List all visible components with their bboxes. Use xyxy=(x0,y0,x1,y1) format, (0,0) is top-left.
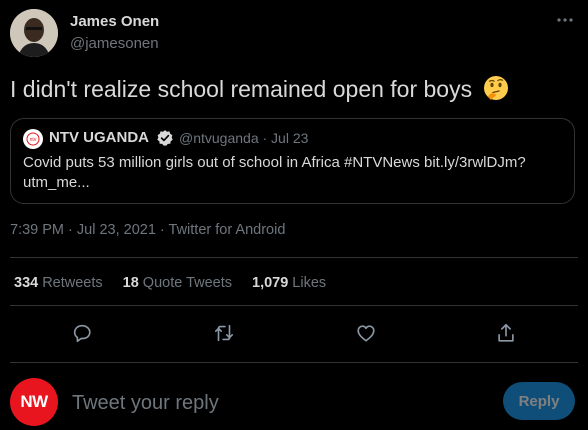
tweet-timestamp[interactable]: 7:39 PM · Jul 23, 2021 xyxy=(10,222,156,238)
author-name[interactable]: James Onen xyxy=(70,13,159,30)
retweet-icon[interactable] xyxy=(209,318,239,348)
tweet-actions xyxy=(0,318,588,348)
divider xyxy=(10,362,578,363)
quoted-tweet-text: Covid puts 53 million girls out of schoo… xyxy=(23,154,526,191)
quoted-tweet-card[interactable]: ntv NTV UGANDA @ntvuganda · Jul 23 Covid… xyxy=(10,118,575,204)
meta-separator: · xyxy=(155,222,169,238)
likes-count: 1,079 xyxy=(252,275,289,291)
quoted-author-name: NTV UGANDA xyxy=(49,129,149,146)
share-icon[interactable] xyxy=(491,318,521,348)
divider xyxy=(10,305,578,306)
tweet-stats: 334 Retweets 18 Quote Tweets 1,079 Likes xyxy=(14,275,326,291)
tweet-source[interactable]: Twitter for Android xyxy=(169,222,286,238)
tweet-text: I didn't realize school remained open fo… xyxy=(10,74,570,104)
retweets-stat[interactable]: 334 Retweets xyxy=(14,275,103,291)
quoted-handle-date: @ntvuganda · Jul 23 xyxy=(179,130,309,146)
tweet-detail: James Onen @jamesonen I didn't realize s… xyxy=(0,0,588,430)
thinking-face-icon xyxy=(483,75,509,101)
likes-stat[interactable]: 1,079 Likes xyxy=(252,275,326,291)
svg-text:ntv: ntv xyxy=(30,137,37,143)
quoted-avatar: ntv xyxy=(23,129,43,149)
verified-badge-icon xyxy=(156,129,174,147)
retweets-label: Retweets xyxy=(42,275,103,291)
reply-button[interactable]: Reply xyxy=(503,382,575,420)
tweet-text-content: I didn't realize school remained open fo… xyxy=(10,76,473,102)
like-icon[interactable] xyxy=(351,318,381,348)
quote-tweets-count: 18 xyxy=(122,275,139,291)
more-options-icon[interactable] xyxy=(554,10,576,30)
quote-tweets-label: Quote Tweets xyxy=(142,275,232,291)
reply-user-avatar[interactable]: NW xyxy=(10,378,58,426)
likes-label: Likes xyxy=(292,275,327,291)
reply-icon[interactable] xyxy=(67,318,97,348)
quote-tweets-stat[interactable]: 18 Quote Tweets xyxy=(123,275,232,291)
author-handle[interactable]: @jamesonen xyxy=(70,35,159,52)
divider xyxy=(10,257,578,258)
tweet-meta: 7:39 PM · Jul 23, 2021 · Twitter for And… xyxy=(10,222,285,238)
retweets-count: 334 xyxy=(14,275,39,291)
author-avatar[interactable] xyxy=(10,9,58,57)
reply-input[interactable] xyxy=(72,386,472,420)
